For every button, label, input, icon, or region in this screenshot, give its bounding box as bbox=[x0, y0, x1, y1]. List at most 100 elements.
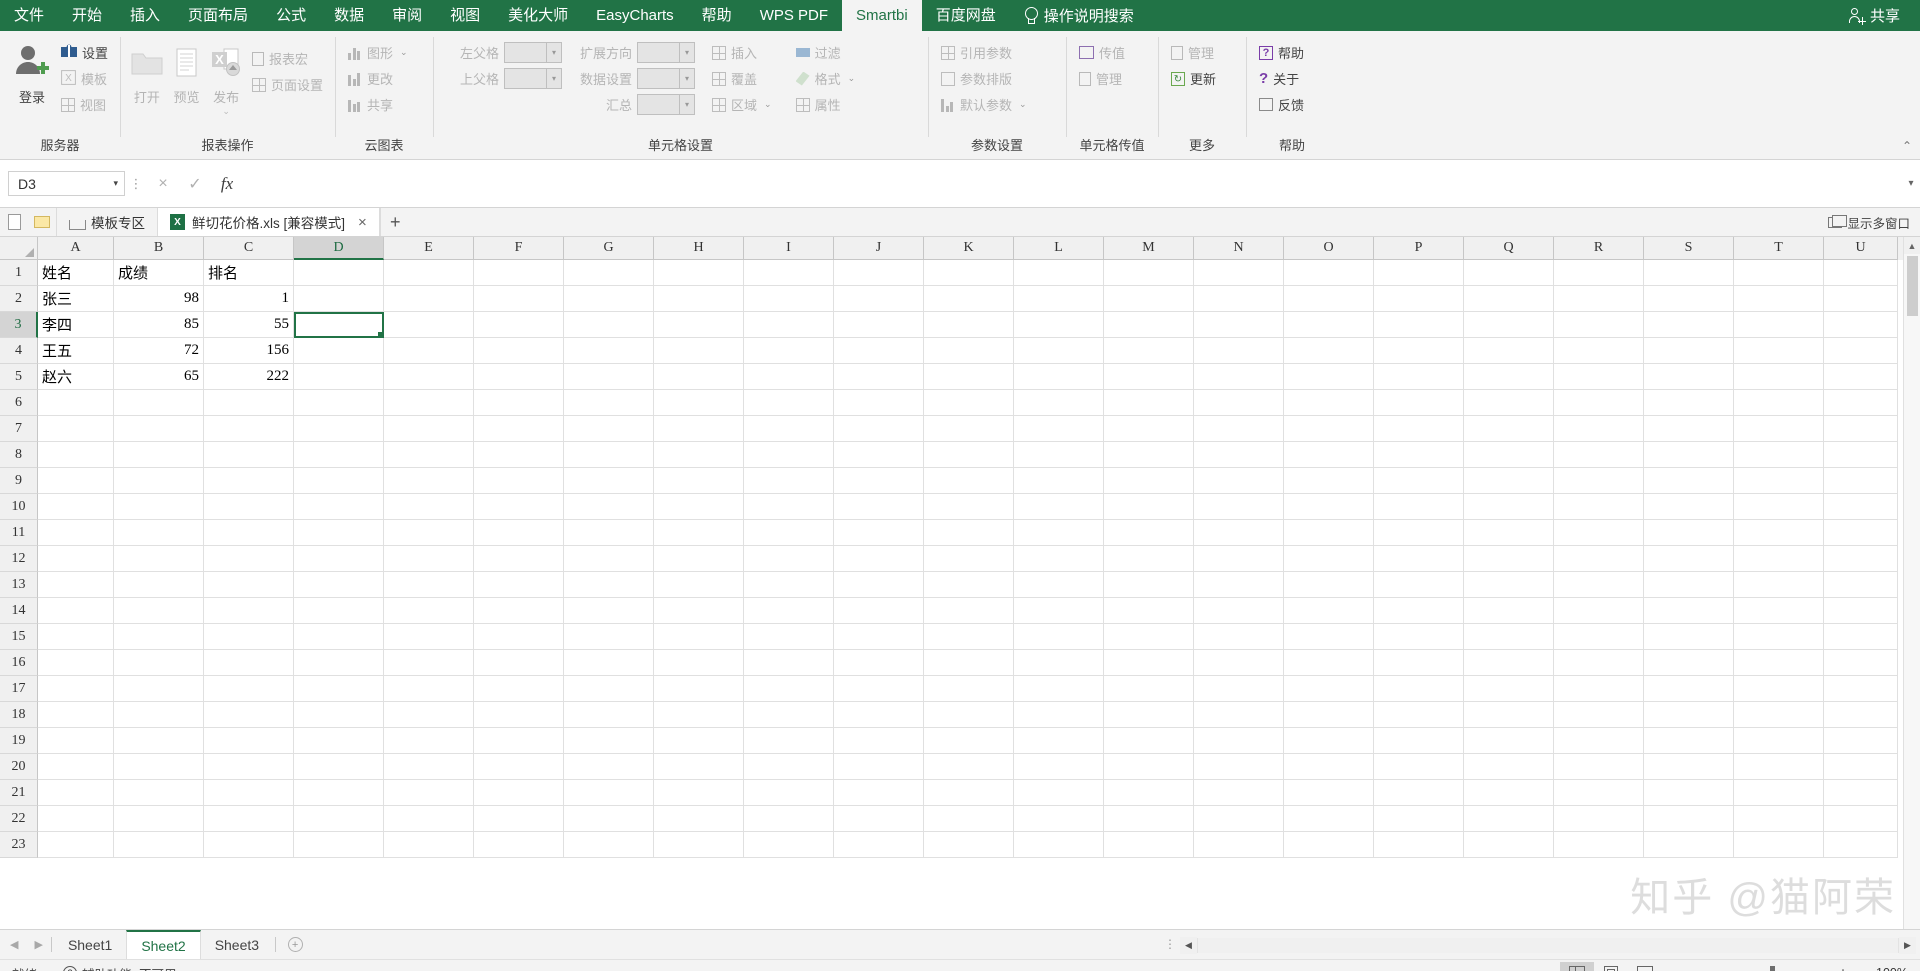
cell-J21[interactable] bbox=[834, 780, 924, 806]
cell-G16[interactable] bbox=[564, 650, 654, 676]
cell-L20[interactable] bbox=[1014, 754, 1104, 780]
cell-S12[interactable] bbox=[1644, 546, 1734, 572]
cell-B14[interactable] bbox=[114, 598, 204, 624]
cell-K17[interactable] bbox=[924, 676, 1014, 702]
cell-A14[interactable] bbox=[38, 598, 114, 624]
cell-M13[interactable] bbox=[1104, 572, 1194, 598]
cell-G1[interactable] bbox=[564, 260, 654, 286]
cell-K12[interactable] bbox=[924, 546, 1014, 572]
chevron-down-icon[interactable]: ⌄ bbox=[848, 73, 856, 84]
cell-N21[interactable] bbox=[1194, 780, 1284, 806]
show-multiwindow-button[interactable]: 显示多窗口 bbox=[1828, 208, 1910, 237]
cell-R7[interactable] bbox=[1554, 416, 1644, 442]
cell-K23[interactable] bbox=[924, 832, 1014, 858]
cell-A20[interactable] bbox=[38, 754, 114, 780]
cell-B11[interactable] bbox=[114, 520, 204, 546]
cell-D22[interactable] bbox=[294, 806, 384, 832]
cell-O5[interactable] bbox=[1284, 364, 1374, 390]
cell-C3[interactable]: 55 bbox=[204, 312, 294, 338]
publish-caret-icon[interactable]: ⌄ bbox=[222, 106, 230, 117]
cell-E12[interactable] bbox=[384, 546, 474, 572]
cell-C16[interactable] bbox=[204, 650, 294, 676]
cell-S22[interactable] bbox=[1644, 806, 1734, 832]
cell-K14[interactable] bbox=[924, 598, 1014, 624]
cell-J18[interactable] bbox=[834, 702, 924, 728]
cell-G5[interactable] bbox=[564, 364, 654, 390]
row-header-14[interactable]: 14 bbox=[0, 598, 38, 624]
cell-G19[interactable] bbox=[564, 728, 654, 754]
cell-Q8[interactable] bbox=[1464, 442, 1554, 468]
cell-D8[interactable] bbox=[294, 442, 384, 468]
cell-S15[interactable] bbox=[1644, 624, 1734, 650]
doc-tab-template-zone[interactable]: 模板专区 bbox=[56, 208, 157, 236]
cell-C1[interactable]: 排名 bbox=[204, 260, 294, 286]
cell-C2[interactable]: 1 bbox=[204, 286, 294, 312]
cell-C11[interactable] bbox=[204, 520, 294, 546]
cell-Q4[interactable] bbox=[1464, 338, 1554, 364]
cell-A7[interactable] bbox=[38, 416, 114, 442]
chart-change-button[interactable]: 更改 bbox=[343, 66, 413, 91]
cell-P18[interactable] bbox=[1374, 702, 1464, 728]
cell-L18[interactable] bbox=[1014, 702, 1104, 728]
row-header-2[interactable]: 2 bbox=[0, 286, 38, 312]
cell-L1[interactable] bbox=[1014, 260, 1104, 286]
cell-N5[interactable] bbox=[1194, 364, 1284, 390]
cell-G20[interactable] bbox=[564, 754, 654, 780]
cell-I9[interactable] bbox=[744, 468, 834, 494]
cell-J2[interactable] bbox=[834, 286, 924, 312]
cell-F18[interactable] bbox=[474, 702, 564, 728]
cell-F17[interactable] bbox=[474, 676, 564, 702]
expand-formula-bar-button[interactable]: ▾ bbox=[1902, 178, 1920, 189]
cell-H5[interactable] bbox=[654, 364, 744, 390]
cell-J8[interactable] bbox=[834, 442, 924, 468]
cell-S4[interactable] bbox=[1644, 338, 1734, 364]
data-setting-input[interactable]: ▾ bbox=[637, 68, 695, 89]
cell-J23[interactable] bbox=[834, 832, 924, 858]
new-file-button[interactable] bbox=[0, 208, 28, 236]
cell-P19[interactable] bbox=[1374, 728, 1464, 754]
cell-R1[interactable] bbox=[1554, 260, 1644, 286]
row-header-6[interactable]: 6 bbox=[0, 390, 38, 416]
cell-J15[interactable] bbox=[834, 624, 924, 650]
cell-D6[interactable] bbox=[294, 390, 384, 416]
cell-R16[interactable] bbox=[1554, 650, 1644, 676]
cell-L2[interactable] bbox=[1014, 286, 1104, 312]
reference-param-button[interactable]: 引用参数 bbox=[936, 40, 1032, 65]
cell-B19[interactable] bbox=[114, 728, 204, 754]
sheet-split-handle[interactable]: ⋮ bbox=[1160, 930, 1180, 959]
cell-N7[interactable] bbox=[1194, 416, 1284, 442]
sheet-tab-sheet3[interactable]: Sheet3 bbox=[201, 930, 273, 959]
cell-G10[interactable] bbox=[564, 494, 654, 520]
column-header-N[interactable]: N bbox=[1194, 237, 1284, 260]
cell-P16[interactable] bbox=[1374, 650, 1464, 676]
cell-U10[interactable] bbox=[1824, 494, 1898, 520]
cell-K13[interactable] bbox=[924, 572, 1014, 598]
row-header-23[interactable]: 23 bbox=[0, 832, 38, 858]
cell-L8[interactable] bbox=[1014, 442, 1104, 468]
cell-A23[interactable] bbox=[38, 832, 114, 858]
column-header-R[interactable]: R bbox=[1554, 237, 1644, 260]
cell-N6[interactable] bbox=[1194, 390, 1284, 416]
cell-U13[interactable] bbox=[1824, 572, 1898, 598]
cell-G21[interactable] bbox=[564, 780, 654, 806]
cell-T14[interactable] bbox=[1734, 598, 1824, 624]
cell-C21[interactable] bbox=[204, 780, 294, 806]
menu-item-5[interactable]: 数据 bbox=[320, 0, 378, 31]
cell-R8[interactable] bbox=[1554, 442, 1644, 468]
left-parent-input[interactable]: ▾ bbox=[504, 42, 562, 63]
cell-M1[interactable] bbox=[1104, 260, 1194, 286]
name-box[interactable]: D3 ▾ bbox=[8, 171, 125, 196]
cell-O4[interactable] bbox=[1284, 338, 1374, 364]
cell-S2[interactable] bbox=[1644, 286, 1734, 312]
cell-O18[interactable] bbox=[1284, 702, 1374, 728]
cell-E5[interactable] bbox=[384, 364, 474, 390]
horizontal-scroll-thumb[interactable] bbox=[1198, 937, 1898, 953]
sheet-prev-button[interactable]: ◀ bbox=[10, 938, 18, 951]
cell-A22[interactable] bbox=[38, 806, 114, 832]
cell-D2[interactable] bbox=[294, 286, 384, 312]
cell-H20[interactable] bbox=[654, 754, 744, 780]
cell-H16[interactable] bbox=[654, 650, 744, 676]
cell-F9[interactable] bbox=[474, 468, 564, 494]
cell-I2[interactable] bbox=[744, 286, 834, 312]
cell-O16[interactable] bbox=[1284, 650, 1374, 676]
